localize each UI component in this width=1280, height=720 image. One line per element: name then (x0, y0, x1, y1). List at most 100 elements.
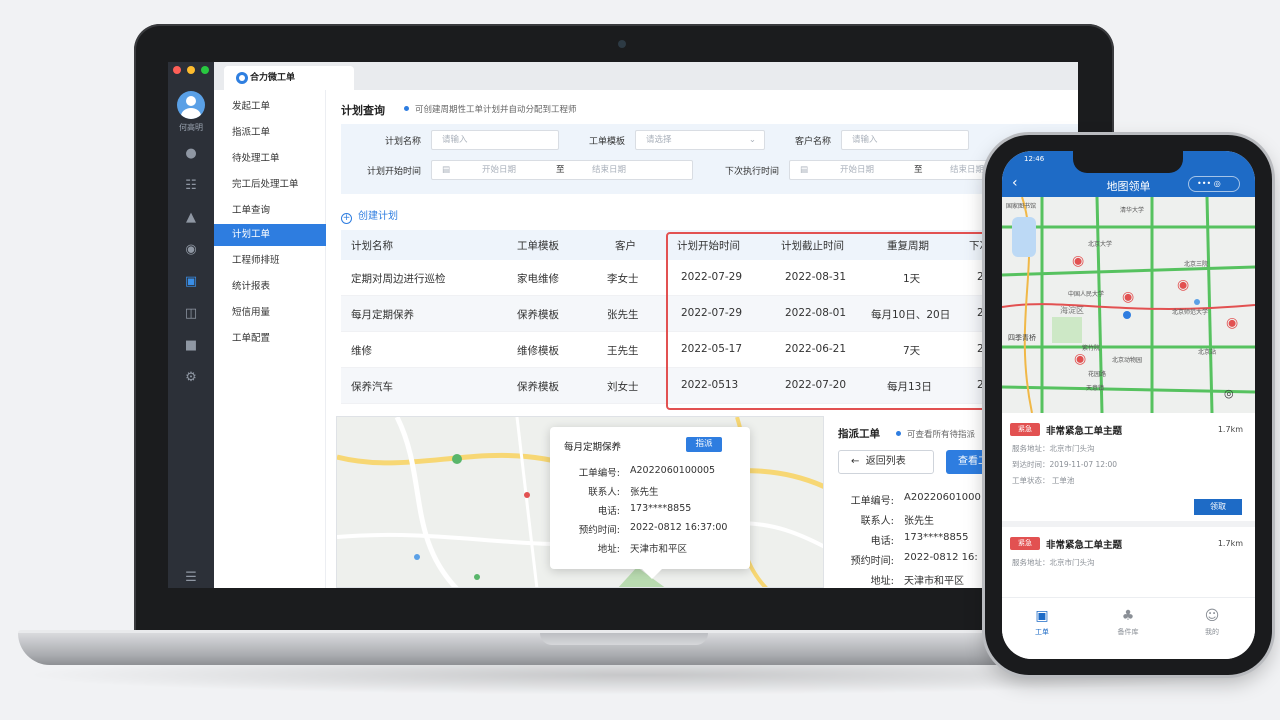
map-pin-icon[interactable]: ◉ (1177, 277, 1189, 293)
menu-item-plan[interactable]: 计划工单 (214, 224, 326, 246)
locate-icon[interactable]: ◎ (1224, 387, 1234, 400)
start-date-range[interactable]: ▤ 开始日期 至 结束日期 (431, 160, 693, 180)
org-icon[interactable]: ☷ (183, 178, 199, 194)
bottom-nav: ▣ 工单 ♣ 备件库 ☺ 我的 (1002, 597, 1255, 659)
card-status: 工单状态： 工单池 (1012, 476, 1075, 485)
order-card[interactable]: 紧急 非常紧急工单主题 1.7km 服务地址：北京市门头沟 (1002, 527, 1255, 597)
cell-plan-name: 每月定期保养 (351, 309, 414, 321)
assign-button[interactable]: 指派 (686, 437, 722, 452)
phone-map[interactable]: ◉ ◉ ◉ ◉ ◉ ◎ 国家图书馆 清华大学 北京大学 中国人民大学 北京三院 … (1002, 197, 1255, 413)
cell-customer: 王先生 (607, 345, 639, 357)
dispatch-map[interactable]: 每月定期保养 指派 工单编号: A2022060100005 联系人: 张先生 … (336, 416, 824, 588)
cell-plan-name: 保养汽车 (351, 381, 393, 393)
popup-key: 电话: (597, 506, 620, 517)
phone-screen: 12:46 ‹ 地图领单 ••• ◎ ◉ ◉ ◉ ◉ ◉ ◎ 国家图书馆 清华大… (1002, 151, 1255, 659)
card-arrival: 到达时间：2019-11-07 12:00 (1012, 460, 1118, 469)
close-window-icon[interactable] (173, 66, 181, 74)
map-pin-icon[interactable]: ◉ (1226, 315, 1238, 331)
stamp-icon[interactable]: ▲ (183, 210, 199, 226)
map-label: 北京师范大学 (1172, 309, 1209, 316)
popup-key: 地址: (597, 544, 620, 555)
minimize-window-icon[interactable] (187, 66, 195, 74)
badge-icon[interactable]: ◉ (183, 242, 199, 258)
maximize-window-icon[interactable] (201, 66, 209, 74)
menu-item-pending[interactable]: 待处理工单 (214, 148, 326, 170)
plan-name-input[interactable]: 请输入 (431, 130, 559, 150)
map-label: 天意镇 (1086, 385, 1105, 392)
dispatch-value: A20220601000 (904, 492, 981, 503)
laptop-camera (618, 40, 626, 48)
popup-key: 工单编号: (578, 468, 620, 479)
template-select[interactable]: 请选择 ⌄ (635, 130, 765, 150)
menu-item-report[interactable]: 统计报表 (214, 276, 326, 298)
dispatch-key: 预约时间: (850, 556, 894, 567)
dispatch-key: 电话: (870, 536, 894, 547)
plus-icon: + (341, 213, 352, 224)
map-label: 北京三院 (1184, 261, 1209, 268)
dispatch-value: 2022-0812 16: (904, 552, 978, 563)
card-address: 服务地址：北京市门头沟 (1012, 558, 1095, 567)
dispatch-value: 天津市和平区 (904, 576, 964, 587)
popup-key: 联系人: (588, 487, 620, 498)
create-plan-label: 创建计划 (358, 211, 398, 222)
map-pin-icon[interactable]: ◉ (1074, 351, 1086, 367)
map-label: 四季青桥 (1008, 334, 1036, 342)
parts-icon: ♣ (1121, 608, 1135, 624)
popup-value: 张先生 (630, 487, 659, 498)
dispatch-key: 工单编号: (850, 496, 894, 507)
avatar[interactable] (177, 91, 205, 119)
order-card[interactable]: 紧急 非常紧急工单主题 1.7km 服务地址：北京市门头沟 到达时间：2019-… (1002, 413, 1255, 521)
menu-item-sms[interactable]: 短信用量 (214, 302, 326, 324)
menu-item-post-complete[interactable]: 完工后处理工单 (214, 174, 326, 196)
th-plan-name: 计划名称 (351, 240, 393, 252)
hint-dot-icon (404, 106, 409, 111)
menu-item-schedule[interactable]: 工程师排班 (214, 250, 326, 272)
map-label: 北京站 (1198, 349, 1217, 356)
map-label: 国家图书馆 (1006, 203, 1037, 210)
dispatch-value: 173****8855 (904, 532, 969, 543)
chat-icon[interactable]: ● (183, 146, 199, 162)
nav-orders[interactable]: ▣ 工单 (1012, 608, 1072, 637)
arrow-left-icon: ← (851, 456, 860, 467)
cell-plan-name: 维修 (351, 345, 372, 357)
nav-parts[interactable]: ♣ 备件库 (1098, 608, 1158, 637)
page-hint-text: 可创建周期性工单计划并自动分配到工程师 (415, 105, 577, 115)
gear-icon[interactable]: ⚙ (183, 370, 199, 386)
dispatch-hint: 可查看所有待指派 (896, 428, 975, 440)
claim-button[interactable]: 领取 (1194, 499, 1242, 515)
phone-time: 12:46 (1024, 155, 1045, 163)
app-name: 合力微工单 (250, 73, 296, 83)
map-label: 北京大学 (1088, 241, 1113, 248)
map-pin-icon[interactable]: ◉ (1122, 289, 1134, 305)
map-pin-icon[interactable]: ◉ (1072, 253, 1084, 269)
start-time-label: 计划开始时间 (366, 167, 421, 177)
next-exec-label: 下次执行时间 (724, 167, 779, 177)
next-to-sep: 至 (914, 165, 923, 175)
order-popup: 每月定期保养 指派 工单编号: A2022060100005 联系人: 张先生 … (550, 427, 750, 579)
page-title: 计划查询 (341, 104, 385, 117)
th-customer: 客户 (615, 240, 636, 252)
image-icon[interactable]: ▣ (183, 274, 199, 290)
create-plan-button[interactable]: + 创建计划 (341, 207, 398, 224)
database-icon[interactable]: ◫ (183, 306, 199, 322)
cell-customer: 李女士 (607, 273, 639, 285)
dispatch-title: 指派工单 (838, 428, 880, 440)
customer-input[interactable]: 请输入 (841, 130, 969, 150)
mini-program-capsule[interactable]: ••• ◎ (1188, 176, 1240, 192)
map-label: 花园路 (1088, 371, 1107, 378)
menu-item-query[interactable]: 工单查询 (214, 200, 326, 222)
menu-icon[interactable]: ☰ (183, 570, 199, 586)
back-to-list-button[interactable]: ← 返回列表 (838, 450, 934, 474)
menu-item-config[interactable]: 工单配置 (214, 328, 326, 350)
cell-template: 维修模板 (517, 345, 559, 357)
cell-plan-name: 定期对周边进行巡检 (351, 273, 446, 285)
popup-key: 预约时间: (578, 525, 620, 536)
app-tab[interactable]: 合力微工单 (224, 66, 354, 90)
start-to-sep: 至 (556, 165, 565, 175)
dispatch-value: 张先生 (904, 516, 934, 527)
building-icon[interactable]: ■ (183, 338, 199, 354)
nav-profile[interactable]: ☺ 我的 (1182, 608, 1242, 637)
menu-item-create[interactable]: 发起工单 (214, 96, 326, 118)
customer-label: 客户名称 (794, 137, 831, 147)
menu-item-assign[interactable]: 指派工单 (214, 122, 326, 144)
